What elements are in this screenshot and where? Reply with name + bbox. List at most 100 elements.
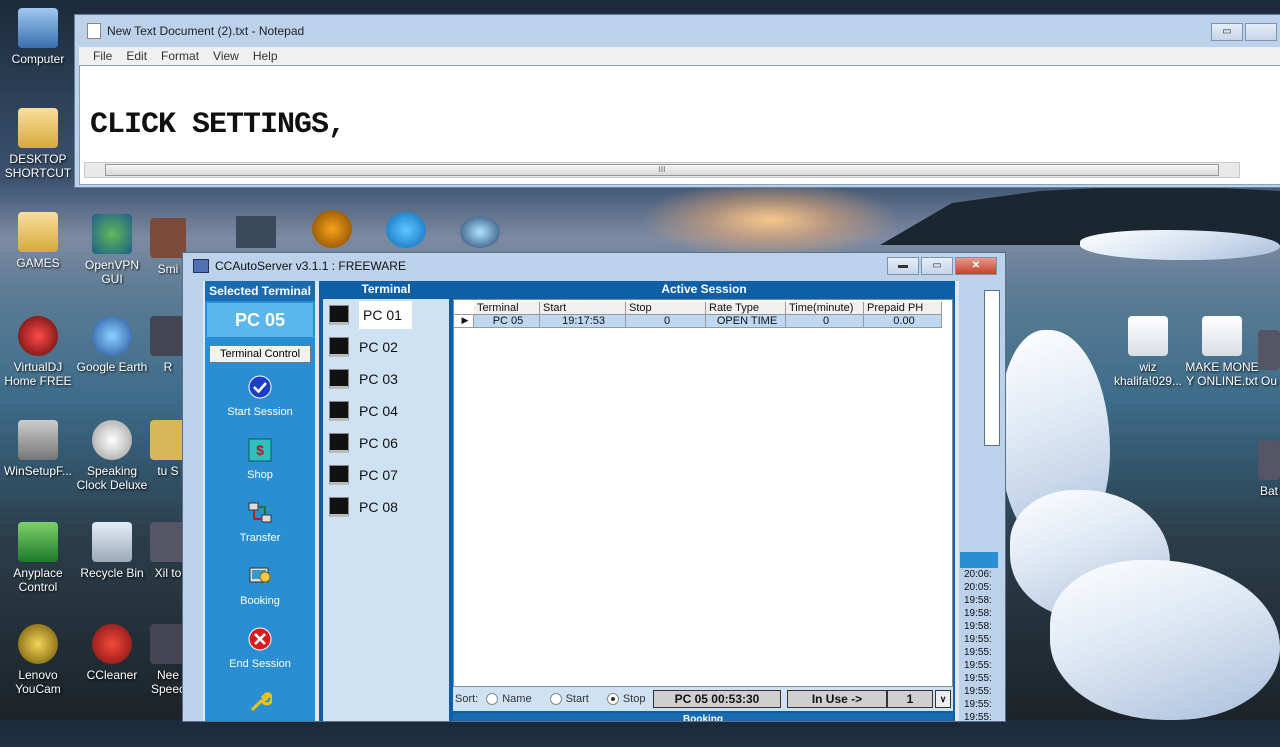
sort-name-label[interactable]: Name bbox=[502, 693, 531, 705]
shop-button[interactable]: $ Shop bbox=[205, 432, 315, 495]
desktop-icon-xil[interactable]: Xil to bbox=[150, 522, 186, 580]
table-row[interactable]: ▶ PC 05 19:17:53 0 OPEN TIME 0 0.00 bbox=[454, 315, 942, 328]
start-session-button[interactable]: Start Session bbox=[205, 369, 315, 432]
desktop-icon-openvpn[interactable]: OpenVPN GUI bbox=[74, 214, 150, 286]
desktop-icon-tu[interactable]: tu S bbox=[150, 420, 186, 478]
desktop-icon-partial[interactable] bbox=[236, 216, 276, 248]
desktop-icon-google-earth[interactable]: Google Earth bbox=[74, 316, 150, 374]
log-time: 19:55: bbox=[964, 647, 992, 658]
terminal-item-pc02[interactable]: PC 02 bbox=[323, 331, 449, 363]
document-icon bbox=[1128, 316, 1168, 356]
sort-stop-radio[interactable] bbox=[606, 693, 619, 705]
desktop-icon-smi[interactable]: Smi bbox=[150, 218, 186, 276]
desktop-icon-ou[interactable]: Ou bbox=[1258, 330, 1280, 388]
desktop-icon-computer[interactable]: Computer bbox=[0, 8, 76, 66]
desktop-icon-anyplace[interactable]: Anyplace Control bbox=[0, 522, 76, 594]
scrollbar-grip: III bbox=[658, 165, 666, 174]
log-time: 19:55: bbox=[964, 634, 992, 645]
close-button[interactable]: ✕ bbox=[955, 257, 997, 275]
log-time: 19:58: bbox=[964, 621, 992, 632]
booking-button[interactable]: Booking bbox=[205, 558, 315, 621]
desktop-icon-recycle-bin[interactable]: Recycle Bin bbox=[74, 522, 150, 580]
booking-icon bbox=[249, 567, 271, 583]
terminal-item-pc06[interactable]: PC 06 bbox=[323, 427, 449, 459]
minimize-button[interactable]: ▬ bbox=[887, 257, 919, 275]
log-time: 19:55: bbox=[964, 712, 992, 723]
monitor-icon bbox=[329, 305, 349, 325]
log-time: 19:55: bbox=[964, 673, 992, 684]
app-icon bbox=[150, 218, 186, 258]
desktop-icon-ccleaner[interactable]: CCleaner bbox=[74, 624, 150, 682]
skype-icon[interactable] bbox=[386, 212, 426, 248]
menu-help[interactable]: Help bbox=[253, 49, 278, 63]
end-session-button[interactable]: End Session bbox=[205, 621, 315, 684]
terminal-item-pc04[interactable]: PC 04 bbox=[323, 395, 449, 427]
menu-edit[interactable]: Edit bbox=[126, 49, 147, 63]
notepad-content[interactable]: CLICK SETTINGS, bbox=[90, 108, 346, 142]
terminal-control-button[interactable]: Terminal Control bbox=[209, 345, 311, 363]
restore-button[interactable]: ▭ bbox=[921, 257, 953, 275]
active-session-grid[interactable]: Terminal Start Stop Rate Type Time(minut… bbox=[453, 299, 953, 687]
sort-start-label[interactable]: Start bbox=[566, 693, 589, 705]
sort-name-radio[interactable] bbox=[486, 693, 499, 705]
cell-start: 19:17:53 bbox=[540, 315, 626, 328]
col-prepaid[interactable]: Prepaid PH bbox=[864, 302, 942, 315]
avast-icon[interactable] bbox=[312, 210, 352, 248]
col-stop[interactable]: Stop bbox=[626, 302, 706, 315]
maximize-button[interactable] bbox=[1245, 23, 1277, 41]
globe-icon bbox=[92, 316, 132, 356]
menu-view[interactable]: View bbox=[213, 49, 239, 63]
sort-start-radio[interactable] bbox=[549, 693, 562, 705]
monitor-icon bbox=[329, 337, 349, 357]
desktop-icon-virtualdj[interactable]: VirtualDJ Home FREE bbox=[0, 316, 76, 388]
terminal-item-pc08[interactable]: PC 08 bbox=[323, 491, 449, 523]
ccautoserver-title: CCAutoServer v3.1.1 : FREEWARE bbox=[215, 259, 406, 273]
ccautoserver-content: Selected Terminal PC 05 Terminal Control… bbox=[203, 281, 959, 721]
transfer-label: Transfer bbox=[239, 532, 281, 544]
desktop-icon-bat[interactable]: Bat bbox=[1258, 440, 1280, 498]
desktop-icon-make-money[interactable]: MAKE MONE Y ONLINE.txt bbox=[1184, 316, 1260, 388]
settings-button[interactable] bbox=[205, 684, 315, 747]
desktop-icon-r[interactable]: R bbox=[150, 316, 186, 374]
menu-format[interactable]: Format bbox=[161, 49, 199, 63]
horizontal-scrollbar[interactable]: III bbox=[84, 162, 1240, 178]
text-file-icon bbox=[1202, 316, 1242, 356]
desktop-icon-speaking-clock[interactable]: Speaking Clock Deluxe bbox=[74, 420, 150, 492]
ccautoserver-window[interactable]: CCAutoServer v3.1.1 : FREEWARE ▬ ▭ ✕ Sel… bbox=[182, 252, 1006, 722]
log-time: 19:55: bbox=[964, 660, 992, 671]
col-terminal[interactable]: Terminal bbox=[474, 302, 540, 315]
notepad-window-controls: ▭ bbox=[1211, 23, 1277, 41]
desktop-icon-games[interactable]: GAMES bbox=[0, 212, 76, 270]
dropdown-arrow-icon[interactable]: ∨ bbox=[935, 690, 951, 708]
sort-label: Sort: bbox=[455, 693, 479, 705]
scrollbar-thumb[interactable]: III bbox=[105, 164, 1219, 176]
cell-rate-type: OPEN TIME bbox=[706, 315, 786, 328]
menu-file[interactable]: File bbox=[93, 49, 112, 63]
notepad-icon bbox=[87, 23, 101, 39]
notepad-titlebar[interactable]: New Text Document (2).txt - Notepad bbox=[75, 15, 1280, 47]
log-time: 19:58: bbox=[964, 595, 992, 606]
app-icon bbox=[150, 316, 186, 356]
desktop-icon-nee[interactable]: Nee Speec bbox=[150, 624, 186, 696]
wallpaper-ice bbox=[1050, 560, 1280, 720]
terminal-item-pc07[interactable]: PC 07 bbox=[323, 459, 449, 491]
desktop-icon-desktop-shortcut[interactable]: DESKTOP SHORTCUT bbox=[0, 108, 76, 180]
col-time[interactable]: Time(minute) bbox=[786, 302, 864, 315]
terminal-item-pc01[interactable]: PC 01 bbox=[323, 299, 449, 331]
transfer-button[interactable]: Transfer bbox=[205, 495, 315, 558]
ccautoserver-titlebar[interactable]: CCAutoServer v3.1.1 : FREEWARE bbox=[183, 253, 1005, 279]
minimize-button[interactable]: ▭ bbox=[1211, 23, 1243, 41]
sort-stop-label[interactable]: Stop bbox=[623, 693, 646, 705]
desktop-icon-youcam[interactable]: Lenovo YouCam bbox=[0, 624, 76, 696]
notepad-window[interactable]: New Text Document (2).txt - Notepad ▭ Fi… bbox=[74, 14, 1280, 188]
desktop-icon-wiz-khalifa[interactable]: wiz khalifa!029... bbox=[1110, 316, 1186, 388]
log-time: 19:58: bbox=[964, 608, 992, 619]
col-rate-type[interactable]: Rate Type bbox=[706, 302, 786, 315]
monitor-icon bbox=[329, 401, 349, 421]
terminal-item-pc03[interactable]: PC 03 bbox=[323, 363, 449, 395]
svg-text:$: $ bbox=[256, 442, 264, 458]
desktop-icon-winsetup[interactable]: WinSetupF... bbox=[0, 420, 76, 478]
col-start[interactable]: Start bbox=[540, 302, 626, 315]
camera-icon[interactable] bbox=[460, 216, 500, 248]
notepad-text-area[interactable]: CLICK SETTINGS, III bbox=[79, 65, 1280, 185]
